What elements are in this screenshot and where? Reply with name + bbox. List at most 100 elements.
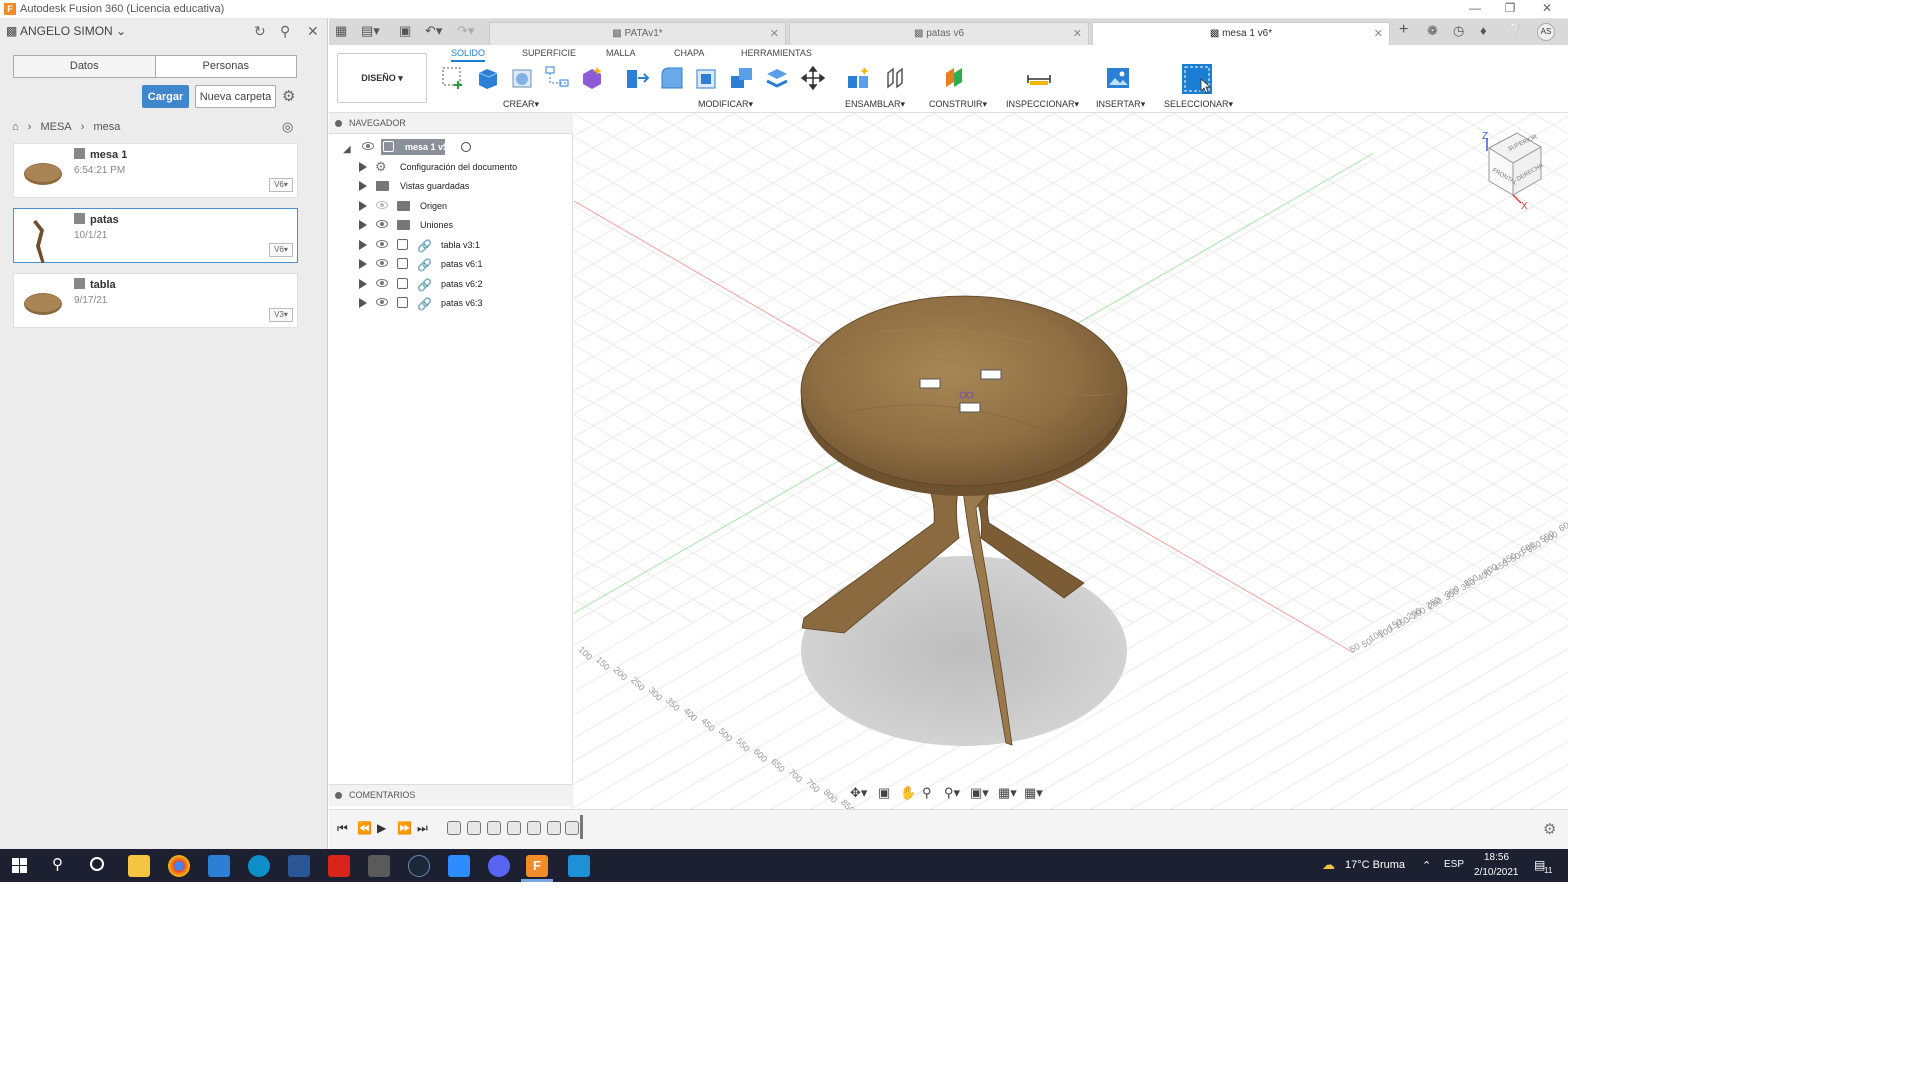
visibility-eye-icon[interactable]: [376, 240, 388, 248]
version-dropdown[interactable]: V3▾: [269, 308, 293, 322]
extensions-icon[interactable]: ❁: [1427, 23, 1438, 39]
breadcrumb-mesa-folder[interactable]: mesa: [93, 121, 120, 133]
close-window-icon[interactable]: ✕: [1527, 1, 1567, 15]
navigator-item[interactable]: 🔗 patas v6:2: [329, 275, 573, 293]
step-back-icon[interactable]: ⏪: [357, 821, 372, 835]
fillet-icon[interactable]: [659, 65, 685, 91]
tab-document[interactable]: ▩ PATAv1* ✕: [489, 22, 786, 45]
grid-settings-icon[interactable]: ▦▾: [998, 785, 1017, 801]
expand-triangle-icon[interactable]: [359, 181, 367, 191]
clock-time[interactable]: 18:56: [1484, 852, 1509, 863]
word-icon[interactable]: [288, 855, 310, 877]
visibility-eye-icon[interactable]: [376, 279, 388, 287]
navigator-item[interactable]: 🔗 patas v6:1: [329, 255, 573, 273]
discord-icon[interactable]: [488, 855, 510, 877]
measure-icon[interactable]: [1026, 65, 1052, 91]
steam-icon[interactable]: [408, 855, 430, 877]
construir-menu[interactable]: CONSTRUIR▾: [929, 99, 987, 110]
close-tab-icon[interactable]: ✕: [1374, 23, 1383, 45]
shell-icon[interactable]: [694, 65, 720, 91]
ensamblar-menu[interactable]: ENSAMBLAR▾: [845, 99, 905, 110]
revolve-icon[interactable]: [510, 65, 536, 91]
navigator-item[interactable]: Uniones: [329, 216, 573, 234]
tab-superficie[interactable]: SUPERFICIE: [522, 48, 576, 58]
version-dropdown[interactable]: V6▾: [269, 243, 293, 257]
upload-button[interactable]: Cargar: [142, 85, 189, 108]
form-icon[interactable]: [579, 65, 605, 91]
press-pull-icon[interactable]: [624, 65, 650, 91]
zoom-icon[interactable]: ⚲: [922, 785, 932, 801]
step-forward-icon[interactable]: ⏩: [397, 821, 412, 835]
file-explorer-icon[interactable]: [128, 855, 150, 877]
store-icon[interactable]: [368, 855, 390, 877]
go-to-start-icon[interactable]: ⏮: [337, 821, 348, 836]
timeline-joint-icon[interactable]: [565, 821, 579, 835]
timeline-joint-icon[interactable]: [467, 821, 481, 835]
globe-icon[interactable]: ◎: [282, 119, 293, 135]
timeline-marker[interactable]: [580, 815, 583, 839]
comments-panel[interactable]: COMENTARIOS: [329, 784, 573, 806]
file-menu-icon[interactable]: ▤▾: [361, 23, 380, 39]
expand-triangle-icon[interactable]: [359, 162, 367, 172]
expand-triangle-icon[interactable]: [359, 201, 367, 211]
move-icon[interactable]: [800, 65, 826, 91]
file-card[interactable]: tabla 9/17/21 V3▾: [13, 273, 298, 328]
table-top[interactable]: [800, 295, 1128, 496]
mail-icon[interactable]: [208, 855, 230, 877]
windows-start-icon[interactable]: [12, 858, 27, 873]
breadcrumb-mesa-project[interactable]: MESA: [40, 121, 71, 133]
timeline-joint-icon[interactable]: [507, 821, 521, 835]
file-card[interactable]: patas 10/1/21 V6▾: [13, 208, 298, 263]
new-folder-button[interactable]: Nueva carpeta: [195, 85, 276, 108]
workspace-switcher[interactable]: DISEÑO ▾: [337, 53, 427, 103]
go-to-end-icon[interactable]: ⏭: [417, 821, 428, 836]
apps-grid-icon[interactable]: ▦: [335, 23, 347, 39]
navigator-item[interactable]: ⚙ Configuración del documento: [329, 158, 573, 176]
navigator-header[interactable]: NAVEGADOR: [329, 113, 573, 134]
canvas-grid[interactable]: 1001502002503003504004505005506006507007…: [574, 113, 1568, 809]
extrude-icon[interactable]: [475, 65, 501, 91]
weather-text[interactable]: 17°C Bruma: [1345, 859, 1405, 871]
fit-icon[interactable]: ⚲▾: [944, 785, 960, 801]
visibility-eye-icon[interactable]: [376, 298, 388, 306]
notifications-icon[interactable]: ♦: [1480, 23, 1487, 38]
joint-icon[interactable]: [882, 65, 908, 91]
photos-icon[interactable]: [568, 855, 590, 877]
undo-icon[interactable]: ↶▾: [425, 23, 442, 39]
fusion-360-icon[interactable]: F: [526, 855, 548, 877]
navigator-root[interactable]: ◢ mesa 1 v5: [329, 138, 573, 156]
expand-triangle-icon[interactable]: [359, 259, 367, 269]
orbit-icon[interactable]: ✥▾: [850, 785, 867, 801]
chrome-icon[interactable]: [168, 855, 190, 877]
viewports-icon[interactable]: ▦▾: [1024, 785, 1043, 801]
acrobat-icon[interactable]: [328, 855, 350, 877]
close-tab-icon[interactable]: ✕: [770, 23, 779, 45]
weather-icon[interactable]: ☁: [1322, 857, 1335, 873]
timeline-settings-gear-icon[interactable]: ⚙: [1543, 820, 1556, 838]
offset-plane-icon[interactable]: [943, 65, 969, 91]
language-indicator[interactable]: ESP: [1444, 859, 1464, 870]
refresh-icon[interactable]: ↻: [254, 23, 266, 40]
redo-icon[interactable]: ↷▾: [457, 23, 474, 39]
tab-document-active[interactable]: ▩ mesa 1 v6* ✕: [1092, 22, 1390, 45]
new-tab-icon[interactable]: +: [1399, 21, 1408, 39]
tab-malla[interactable]: MALLA: [606, 48, 636, 58]
tab-document[interactable]: ▩ patas v6 ✕: [789, 22, 1089, 45]
restore-icon[interactable]: ❐: [1490, 1, 1530, 15]
expand-triangle-icon[interactable]: [359, 220, 367, 230]
navigator-item[interactable]: Origen: [329, 197, 573, 215]
zoom-app-icon[interactable]: [448, 855, 470, 877]
timeline-joint-icon[interactable]: [547, 821, 561, 835]
select-icon[interactable]: [1181, 63, 1213, 95]
insert-image-icon[interactable]: [1105, 65, 1131, 91]
inspeccionar-menu[interactable]: INSPECCIONAR▾: [1006, 99, 1079, 110]
modificar-menu[interactable]: MODIFICAR▾: [698, 99, 753, 110]
tab-herramientas[interactable]: HERRAMIENTAS: [741, 48, 812, 58]
user-menu[interactable]: ▩ ANGELO SIMON ⌄: [6, 24, 126, 38]
visibility-eye-icon[interactable]: [376, 259, 388, 267]
create-sketch-icon[interactable]: [440, 65, 466, 91]
save-icon[interactable]: ▣: [399, 23, 411, 39]
tab-datos[interactable]: Datos: [14, 56, 156, 77]
search-icon[interactable]: ⚲: [280, 23, 290, 40]
pan-hand-icon[interactable]: ✋: [900, 785, 916, 801]
